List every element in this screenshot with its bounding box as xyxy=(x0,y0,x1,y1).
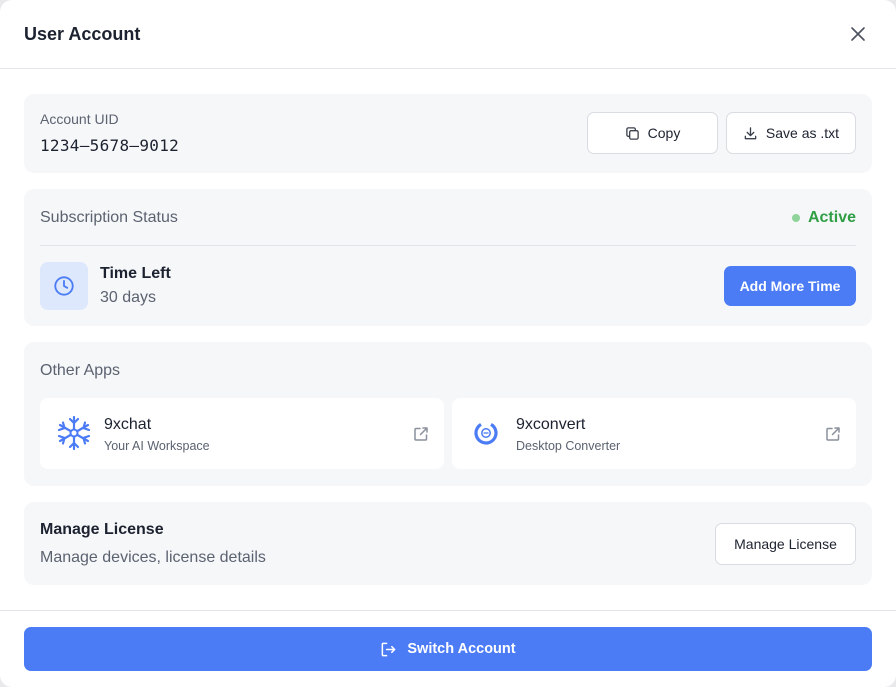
dialog-header: User Account xyxy=(0,0,896,69)
close-button[interactable] xyxy=(844,20,872,48)
app-subtitle: Your AI Workspace xyxy=(104,439,210,453)
close-icon xyxy=(851,27,865,41)
clock-icon-box xyxy=(40,262,88,310)
status-dot xyxy=(791,214,800,222)
add-more-time-button[interactable]: Add More Time xyxy=(724,266,856,306)
manage-license-title: Manage License xyxy=(40,521,164,538)
external-link-icon[interactable] xyxy=(824,425,842,443)
logout-icon xyxy=(381,642,396,656)
app-card-9xchat[interactable]: 9xchat Your AI Workspace xyxy=(40,398,444,469)
external-link-icon[interactable] xyxy=(412,425,430,443)
other-apps-card: Other Apps 9xchat Your AI Workspace 9xco… xyxy=(24,342,872,486)
account-uid-label: Account UID xyxy=(40,111,119,127)
app-name: 9xconvert xyxy=(516,416,586,433)
dialog-footer: Switch Account xyxy=(0,610,896,687)
save-as-txt-label: Save as .txt xyxy=(765,125,840,141)
status-text: Active xyxy=(807,209,856,226)
copy-icon xyxy=(625,126,639,140)
switch-account-button[interactable]: Switch Account xyxy=(24,627,872,671)
subscription-card: Subscription Status Active Time Left 30 … xyxy=(24,189,872,326)
dialog-title: User Account xyxy=(24,23,141,44)
user-account-dialog: User Account Account UID 1234–5678–9012 … xyxy=(0,0,896,687)
convert-logo-icon xyxy=(468,415,504,451)
manage-license-button[interactable]: Manage License xyxy=(715,523,856,565)
switch-account-label: Switch Account xyxy=(407,641,516,657)
time-left-label: Time Left xyxy=(100,265,171,282)
app-name: 9xchat xyxy=(104,416,152,433)
copy-button[interactable]: Copy xyxy=(587,112,718,154)
account-uid-value: 1234–5678–9012 xyxy=(40,136,180,155)
download-icon xyxy=(744,126,757,139)
subscription-status-label: Subscription Status xyxy=(40,209,178,226)
divider xyxy=(40,245,856,246)
other-apps-label: Other Apps xyxy=(40,362,121,379)
app-subtitle: Desktop Converter xyxy=(516,439,621,453)
manage-license-card: Manage License Manage devices, license d… xyxy=(24,502,872,585)
snowflake-logo-icon xyxy=(56,415,92,451)
copy-button-label: Copy xyxy=(647,125,681,141)
status-badge: Active xyxy=(791,209,856,227)
clock-icon xyxy=(54,276,74,296)
manage-license-subtitle: Manage devices, license details xyxy=(40,549,266,566)
time-left-value: 30 days xyxy=(100,289,157,306)
save-as-txt-button[interactable]: Save as .txt xyxy=(726,112,856,154)
account-uid-card: Account UID 1234–5678–9012 Copy Save as … xyxy=(24,94,872,173)
app-card-9xconvert[interactable]: 9xconvert Desktop Converter xyxy=(452,398,856,469)
